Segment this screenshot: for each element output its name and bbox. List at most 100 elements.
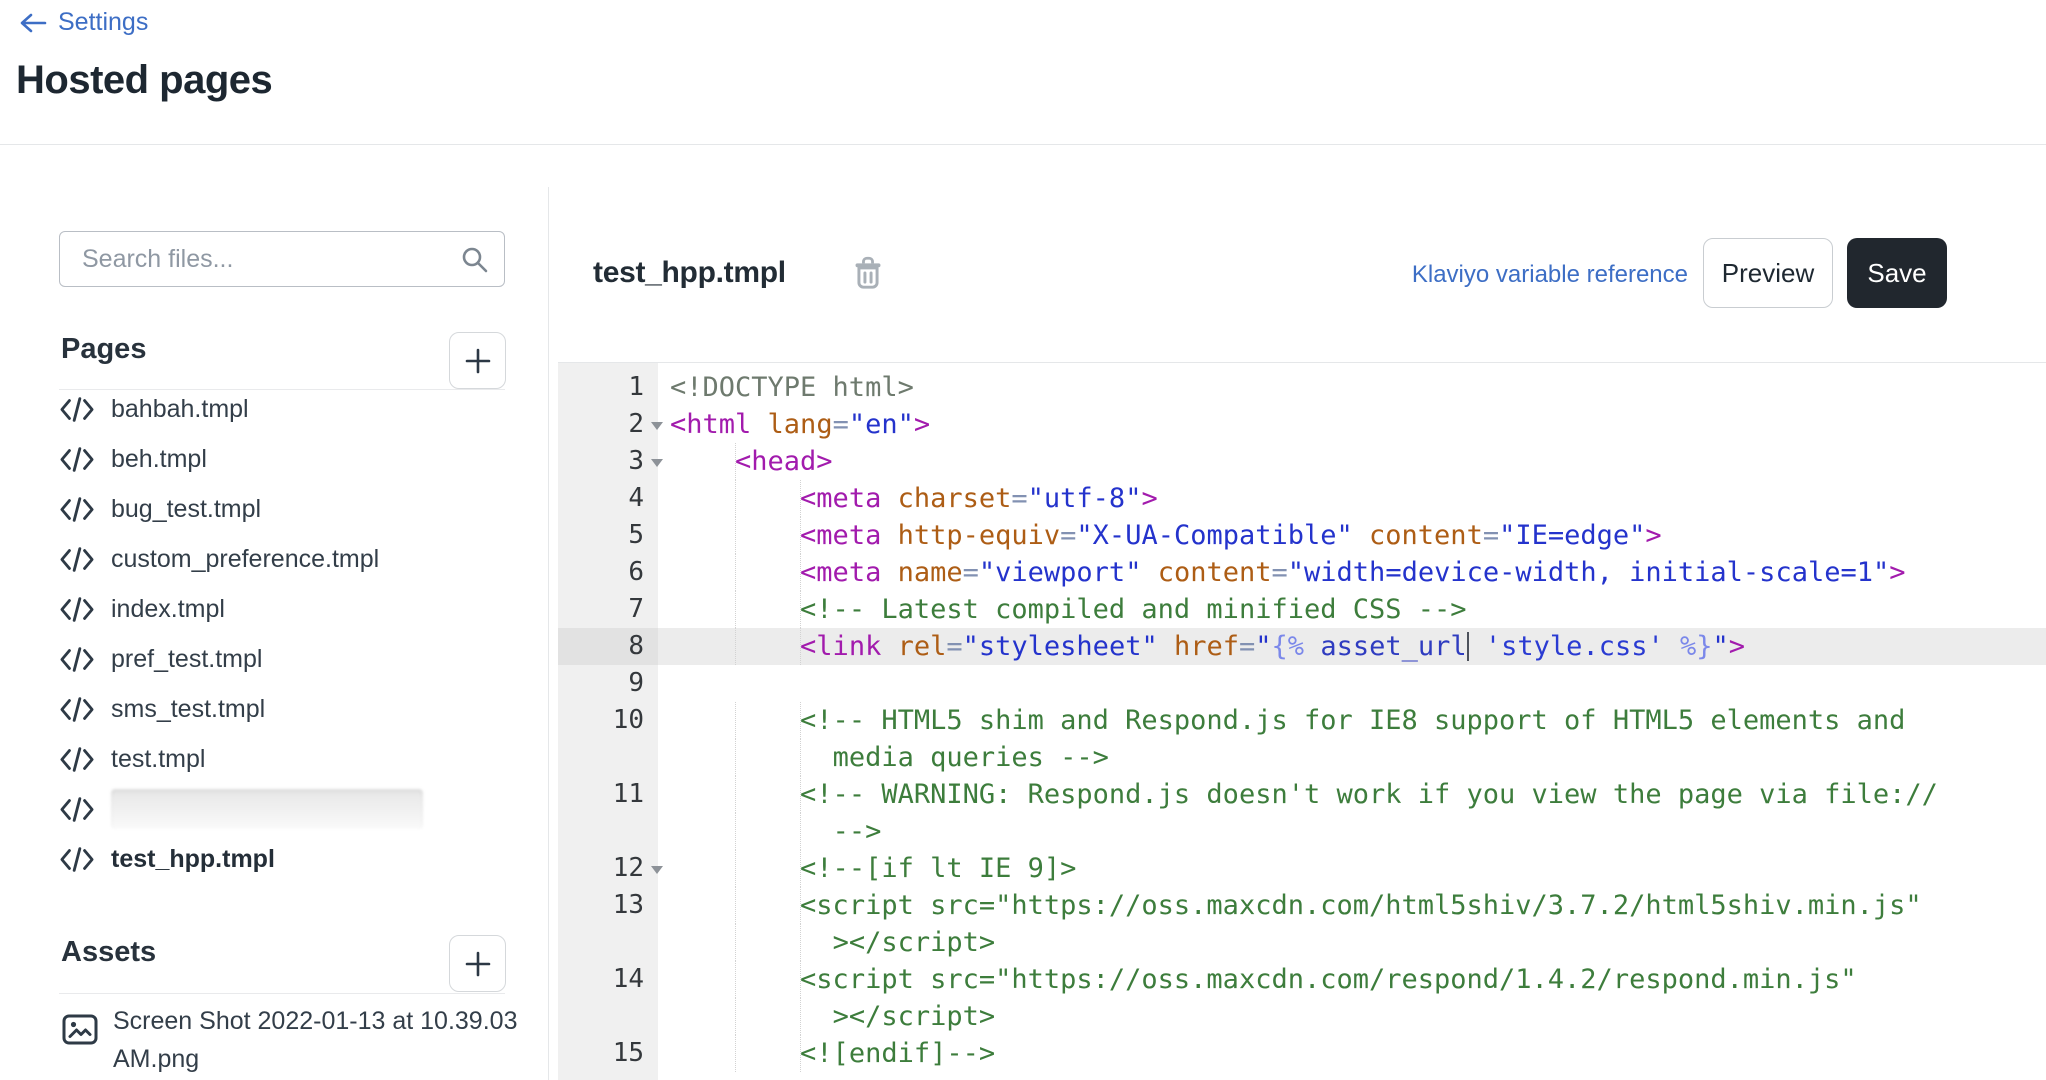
line-number: 2 [558,406,663,443]
code-editor[interactable]: 1 <!DOCTYPE html> 2 <html lang="en"> 3 <head… [558,362,2046,1080]
file-name: bug_test.tmpl [111,494,262,523]
line-number: 10 [558,702,658,739]
code-token: rel [897,631,947,662]
delete-file-button[interactable] [845,250,891,296]
search-input[interactable] [59,231,505,287]
code-token: <!-- HTML5 shim and Respond.js for IE8 s… [800,705,1906,736]
sidebar-item-file[interactable] [0,784,548,834]
sidebar-item-file[interactable]: pref_test.tmpl [0,634,548,684]
code-row[interactable]: 14 <script src="https://oss.maxcdn.com/r… [558,961,2046,998]
code-token: "en" [848,409,914,440]
code-row[interactable]: 10 <!-- HTML5 shim and Respond.js for IE… [558,702,2046,739]
code-row[interactable]: 8 <link rel="stylesheet" href="{% asset_… [558,628,2046,665]
code-token: 'style.css' [1484,631,1664,662]
code-line: media queries --> [658,739,2046,776]
file-name: pref_test.tmpl [111,644,263,673]
code-token: = [1239,631,1256,662]
save-button[interactable]: Save [1847,238,1947,308]
code-token: charset [897,483,1012,514]
code-row[interactable]: 12 <!--[if lt IE 9]> [558,850,2046,887]
line-number: 1 [558,369,658,406]
code-row[interactable]: 7 <!-- Latest compiled and minified CSS … [558,591,2046,628]
sidebar-item-file[interactable]: bahbah.tmpl [0,384,548,434]
code-row[interactable]: 13 <script src="https://oss.maxcdn.com/h… [558,887,2046,924]
code-token: = [832,409,849,440]
code-token: "stylesheet" [962,631,1158,662]
file-name: sms_test.tmpl [111,694,266,723]
sidebar-item-file[interactable]: sms_test.tmpl [0,684,548,734]
code-row[interactable]: ></script> [558,998,2046,1035]
file-name: custom_preference.tmpl [111,544,380,573]
sidebar-item-file[interactable]: test_hpp.tmpl [0,834,548,884]
code-row[interactable]: 9 [558,665,2046,702]
code-row[interactable]: 1 <!DOCTYPE html> [558,369,2046,406]
line-number: 6 [558,554,658,591]
code-token: <meta [800,557,882,588]
code-line: <head> [658,443,2046,480]
code-token: <head> [735,446,833,477]
code-token: "width=device-width, initial-scale=1" [1287,557,1890,588]
line-number: 13 [558,887,658,924]
code-line: <!--[if lt IE 9]> [658,850,2046,887]
back-arrow-icon [20,13,47,32]
code-token: asset_url [1320,631,1467,662]
code-token: media queries --> [832,742,1109,773]
back-to-settings-link[interactable]: Settings [18,8,148,37]
code-row[interactable]: --> [558,813,2046,850]
code-token: > [1728,631,1746,662]
code-row[interactable]: 5 <meta http-equiv="X-UA-Compatible" con… [558,517,2046,554]
code-row[interactable]: 3 <head> [558,443,2046,480]
code-line: ></script> [658,924,2046,961]
code-token: %} [1663,631,1713,662]
code-file-icon [60,396,94,422]
line-number: 11 [558,776,658,813]
add-asset-button[interactable] [449,935,506,992]
code-token: http-equiv [897,520,1061,551]
code-row[interactable]: 6 <meta name="viewport" content="width=d… [558,554,2046,591]
code-row[interactable]: 11 <!-- WARNING: Respond.js doesn't work… [558,776,2046,813]
code-row[interactable]: 4 <meta charset="utf-8"> [558,480,2046,517]
sidebar-item-file[interactable]: custom_preference.tmpl [0,534,548,584]
code-file-icon [60,696,94,722]
code-row[interactable]: media queries --> [558,739,2046,776]
line-number: 7 [558,591,658,628]
sidebar-item-asset[interactable]: Screen Shot 2022-01-13 at 10.39.03 AM.pn… [0,1000,553,1078]
code-row[interactable]: 15 <![endif]--> [558,1035,2046,1072]
sidebar-item-file[interactable]: index.tmpl [0,584,548,634]
code-token: > [1889,557,1906,588]
code-row[interactable]: 2 <html lang="en"> [558,406,2046,443]
code-token: " [1712,631,1729,662]
code-line: <link rel="stylesheet" href="{% asset_ur… [658,628,2046,665]
back-link-label: Settings [58,8,149,36]
code-token: = [1271,557,1288,588]
code-token: content [1157,557,1272,588]
hosted-pages-screen: Settings Hosted pages Pages [0,0,2046,1080]
search-box [59,231,505,287]
code-token: name [897,557,963,588]
sidebar-item-file[interactable]: bug_test.tmpl [0,484,548,534]
add-page-button[interactable] [449,332,506,389]
line-number: 9 [558,665,658,702]
preview-button[interactable]: Preview [1703,238,1833,308]
variable-reference-link[interactable]: Klaviyo variable reference [1412,261,1688,289]
code-row[interactable]: ></script> [558,924,2046,961]
sidebar-item-file[interactable]: test.tmpl [0,734,548,784]
code-line: <meta charset="utf-8"> [658,480,2046,517]
code-line: <!-- HTML5 shim and Respond.js for IE8 s… [658,702,2046,739]
code-file-icon [60,646,94,672]
code-token: --> [832,816,882,847]
code-token: = [962,557,979,588]
code-token: <!-- WARNING: Respond.js doesn't work if… [800,779,1938,810]
code-token: "X-UA-Compatible" [1076,520,1353,551]
sidebar-item-file[interactable]: beh.tmpl [0,434,548,484]
